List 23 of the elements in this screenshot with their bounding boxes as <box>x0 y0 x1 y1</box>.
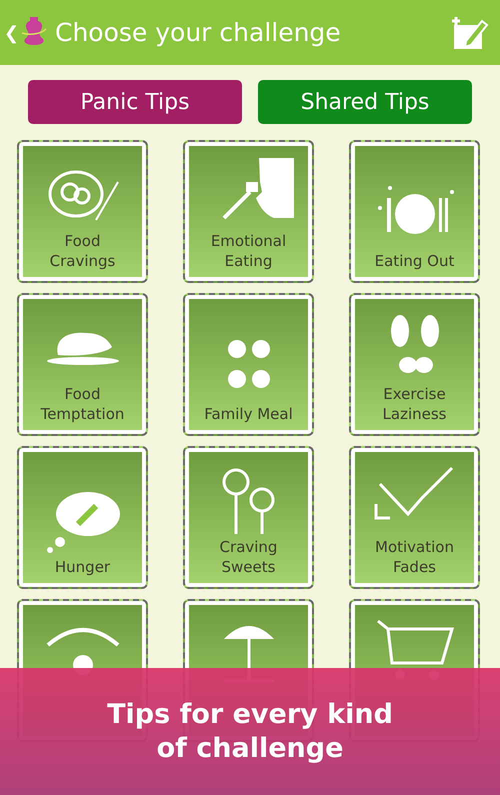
challenge-tile[interactable]: Hunger <box>17 446 148 589</box>
tile-label: Food Temptation <box>40 385 124 424</box>
tile-label: Exercise Laziness <box>382 385 446 424</box>
challenge-tile[interactable]: Craving Sweets <box>183 446 314 589</box>
tips-button[interactable]: Shared Tips <box>258 80 472 124</box>
challenge-tile[interactable]: Food Temptation <box>17 293 148 436</box>
challenge-tile[interactable]: Eating Out <box>349 140 480 283</box>
screen-title: Choose your challenge <box>55 18 342 47</box>
challenge-tile[interactable]: Emotional Eating <box>183 140 314 283</box>
tile-label: Food Cravings <box>50 232 116 271</box>
tile-label: Family Meal <box>204 404 293 424</box>
challenge-tile[interactable]: Motivation Fades <box>349 446 480 589</box>
tile-label: Emotional Eating <box>210 232 286 271</box>
add-note-icon[interactable] <box>452 14 490 50</box>
challenge-tile[interactable]: Family Meal <box>183 293 314 436</box>
challenge-tile[interactable]: Food Cravings <box>17 140 148 283</box>
tile-label: Craving Sweets <box>220 538 278 577</box>
tile-label: Eating Out <box>374 252 454 271</box>
banner-text: Tips for every kind of challenge <box>107 698 393 766</box>
tile-label: Hunger <box>54 558 110 577</box>
tile-label: Motivation Fades <box>375 538 454 577</box>
tips-button[interactable]: Panic Tips <box>28 80 242 124</box>
challenge-tile[interactable]: Exercise Laziness <box>349 293 480 436</box>
